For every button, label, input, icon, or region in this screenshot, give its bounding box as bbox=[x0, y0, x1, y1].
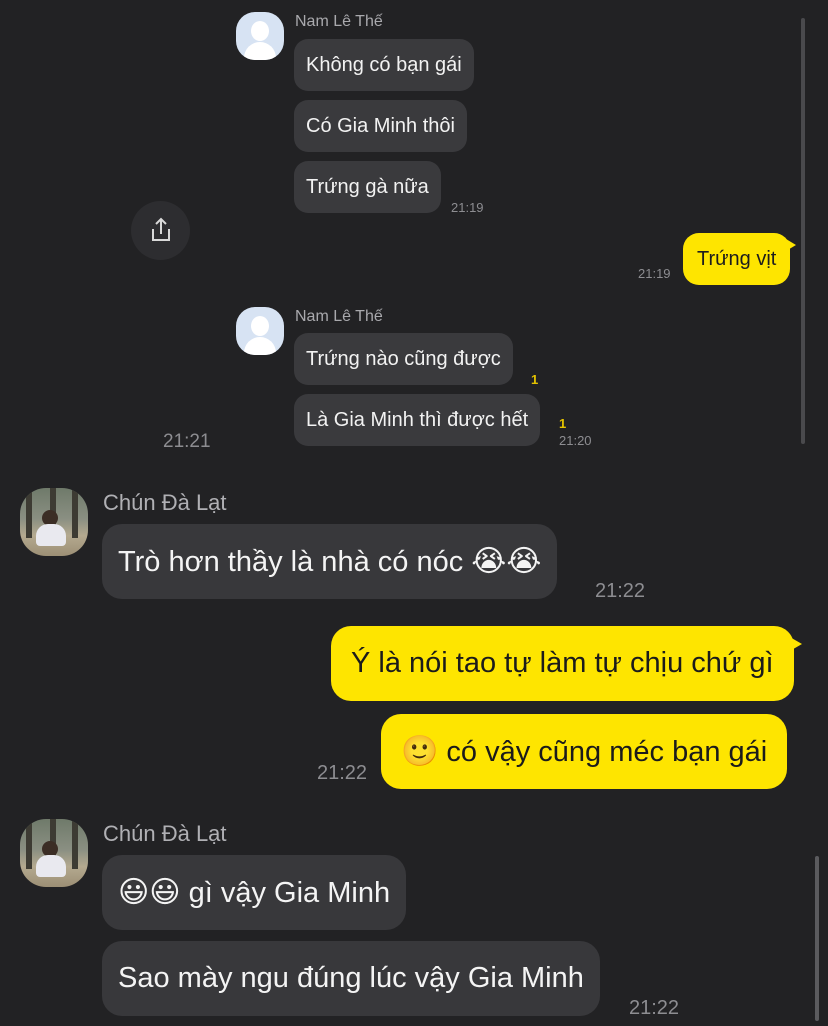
message-time: 21:22 bbox=[317, 762, 368, 784]
message-bubble[interactable]: Không có bạn gái bbox=[294, 39, 474, 91]
message-text: gì vậy Gia Minh bbox=[188, 877, 391, 909]
slightly-smiling-face-icon: 🙂 bbox=[401, 735, 439, 768]
sender-name: Nam Lê Thế bbox=[295, 308, 383, 325]
grinning-face-icon: 😃😃 bbox=[118, 876, 181, 909]
message-bubble[interactable]: 😃😃 gì vậy Gia Minh bbox=[102, 855, 407, 930]
unread-count: 1 bbox=[559, 416, 567, 431]
sender-name: Chún Đà Lạt bbox=[103, 490, 227, 515]
message-time: 21:20 bbox=[559, 433, 592, 448]
message-time: 21:19 bbox=[451, 200, 484, 215]
shared-screenshot[interactable]: Nam Lê Thế Không có bạn gái Có Gia Minh … bbox=[0, 0, 828, 460]
my-message-bubble[interactable]: Trứng vịt bbox=[683, 233, 797, 285]
crying-face-icon: 😭😭 bbox=[471, 545, 542, 578]
message-bubble[interactable]: Trứng gà nữa bbox=[294, 161, 441, 213]
message-text: Trò hơn thầy là nhà có nóc bbox=[118, 546, 464, 578]
message-bubble[interactable]: Có Gia Minh thôi bbox=[294, 100, 467, 152]
avatar-placeholder-icon bbox=[236, 307, 284, 355]
my-message-bubble[interactable]: 🙂 có vậy cũng méc bạn gái bbox=[381, 714, 788, 789]
message-bubble[interactable]: Trứng nào cũng được bbox=[294, 333, 513, 385]
share-button[interactable] bbox=[131, 201, 190, 260]
sender-name: Chún Đà Lạt bbox=[103, 821, 227, 846]
avatar-placeholder-icon bbox=[236, 12, 284, 60]
avatar[interactable] bbox=[20, 488, 88, 556]
unread-count: 1 bbox=[531, 372, 539, 387]
quoted-scrollbar[interactable] bbox=[801, 18, 805, 444]
scrollbar[interactable] bbox=[815, 856, 819, 1021]
share-icon bbox=[152, 217, 170, 241]
message-time: 21:22 bbox=[595, 580, 646, 602]
sender-name: Nam Lê Thế bbox=[295, 13, 383, 30]
avatar[interactable] bbox=[20, 819, 88, 887]
message-bubble[interactable]: Trò hơn thầy là nhà có nóc 😭😭 bbox=[102, 524, 558, 599]
message-text: có vậy cũng méc bạn gái bbox=[446, 736, 768, 768]
message-time: 21:19 bbox=[638, 266, 671, 281]
my-message-bubble[interactable]: Ý là nói tao tự làm tự chịu chứ gì bbox=[331, 626, 802, 701]
chat-screen: Nam Lê Thế Không có bạn gái Có Gia Minh … bbox=[0, 0, 828, 1026]
message-bubble[interactable]: Là Gia Minh thì được hết bbox=[294, 394, 541, 446]
message-bubble[interactable]: Sao mày ngu đúng lúc vậy Gia Minh bbox=[102, 941, 600, 1016]
message-time: 21:22 bbox=[629, 997, 680, 1019]
message-time: 21:21 bbox=[163, 431, 211, 452]
